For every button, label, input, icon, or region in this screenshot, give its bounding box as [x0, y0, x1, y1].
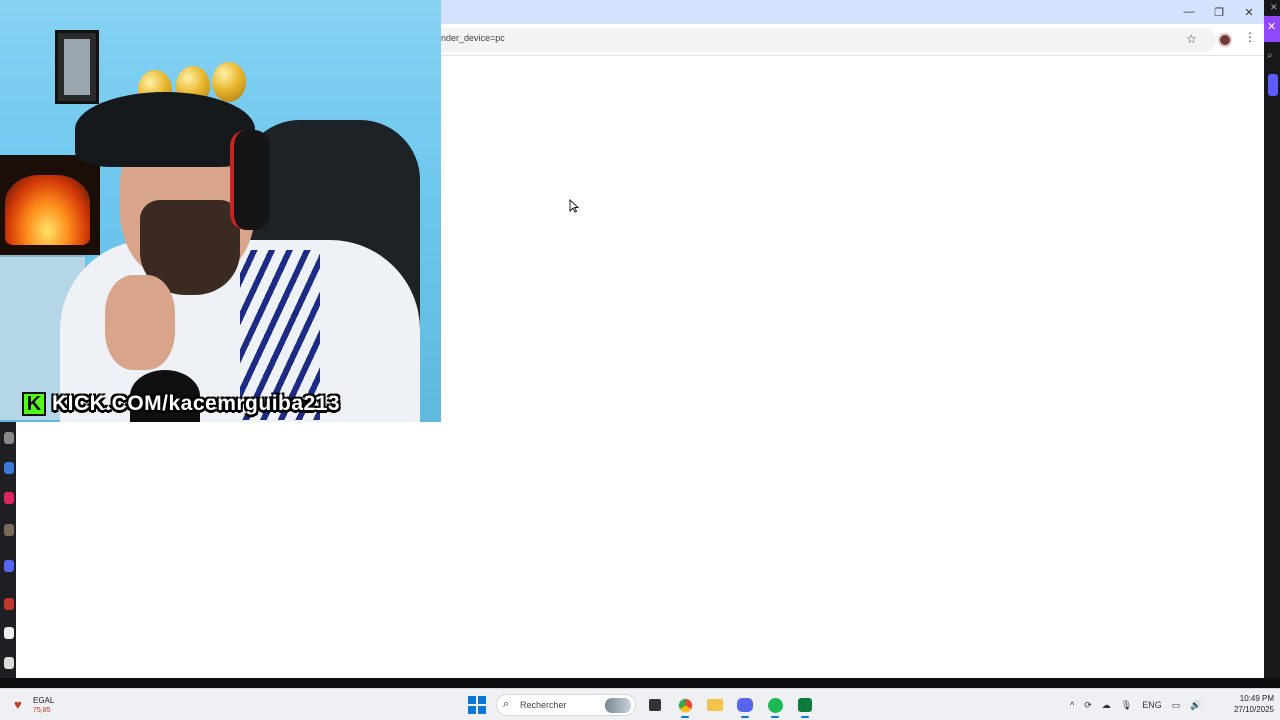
background-window-left	[0, 422, 16, 680]
app-icon[interactable]	[4, 627, 14, 639]
kick-logo-icon: K	[22, 392, 46, 416]
desktop: ✕ ✕ ⌕ — ❐ ✕ nder_device=pc ☆ ⋮ K KICK.CO…	[0, 0, 1280, 720]
stock-alert-icon: ♥	[14, 697, 22, 712]
widget-title: EGAL	[33, 696, 55, 705]
gold-balloon	[212, 62, 246, 102]
file-manager-icon[interactable]	[644, 694, 666, 716]
windows-start-icon[interactable]	[466, 694, 488, 716]
window-controls: — ❐ ✕	[1174, 0, 1264, 24]
streamer-cap	[75, 92, 255, 167]
sync-icon[interactable]: ⟳	[1084, 700, 1092, 711]
address-bar-url: nder_device=pc	[441, 33, 505, 43]
microphone-icon[interactable]: 🎙	[1121, 700, 1132, 711]
widget-value: 75,85	[33, 707, 51, 714]
streamer-hand	[105, 275, 175, 370]
restore-button[interactable]: ❐	[1204, 0, 1234, 24]
android-app-icon[interactable]	[794, 694, 816, 718]
background-window-right: ✕ ✕ ⌕	[1264, 0, 1280, 688]
restore-icon: ❐	[1214, 6, 1224, 19]
language-indicator[interactable]: ENG	[1142, 700, 1162, 710]
action-button[interactable]	[1268, 74, 1278, 96]
folder-icon[interactable]	[704, 694, 726, 716]
fireplace-video	[5, 175, 90, 245]
spotify-icon[interactable]	[764, 694, 786, 718]
app-icon[interactable]	[4, 462, 14, 474]
profile-avatar[interactable]	[1218, 33, 1232, 47]
wall-poster	[55, 30, 99, 104]
headset	[230, 130, 270, 230]
stock-widget[interactable]: ♥ EGAL 75,85	[12, 694, 72, 718]
app-icon[interactable]	[4, 657, 14, 669]
cloud-icon[interactable]: ☁	[1102, 700, 1111, 711]
minimize-icon: —	[1183, 6, 1195, 18]
app-icon[interactable]	[4, 432, 14, 444]
app-icon[interactable]	[4, 560, 14, 572]
app-icon[interactable]	[4, 492, 14, 504]
taskbar-search[interactable]: ⌕ Rechercher	[496, 694, 636, 716]
discord-icon[interactable]	[734, 694, 756, 718]
kick-channel-url: KICK.COM/kacemrguiba213	[52, 392, 341, 415]
taskbar-search-placeholder: Rechercher	[520, 700, 567, 710]
app-icon[interactable]	[4, 598, 14, 610]
search-icon: ⌕	[503, 698, 510, 710]
system-tray: ^ ⟳ ☁ 🎙 ENG ▭ 🔊	[1070, 693, 1201, 717]
clock-time: 10:49 PM	[1239, 694, 1274, 703]
minimize-button[interactable]: —	[1174, 0, 1204, 24]
chevron-up-icon[interactable]: ^	[1070, 700, 1074, 710]
chrome-icon[interactable]	[674, 694, 696, 718]
search-highlight-image	[605, 698, 631, 713]
taskbar-clock[interactable]: 10:49 PM 27/10/2025	[1218, 693, 1274, 715]
more-menu-icon[interactable]: ⋮	[1244, 30, 1256, 44]
taskbar-separator	[0, 678, 1280, 688]
search-icon[interactable]: ⌕	[1267, 50, 1273, 61]
app-icon[interactable]	[4, 524, 14, 536]
taskbar-apps: ⌕ Rechercher	[466, 693, 816, 718]
taskbar: ♥ EGAL 75,85 ⌕ Rechercher ^ ⟳ ☁ 🎙 ENG ▭ …	[0, 688, 1280, 720]
clock-date: 27/10/2025	[1233, 705, 1274, 714]
close-icon: ✕	[1244, 6, 1254, 19]
mouse-cursor-icon	[569, 199, 579, 213]
network-icon[interactable]: ▭	[1172, 700, 1181, 711]
close-button[interactable]: ✕	[1234, 0, 1264, 24]
close-icon[interactable]: ✕	[1270, 2, 1278, 13]
close-icon[interactable]: ✕	[1267, 20, 1276, 33]
volume-icon[interactable]: 🔊	[1190, 700, 1201, 711]
bookmark-star-icon[interactable]: ☆	[1186, 32, 1197, 46]
kick-channel-banner: K KICK.COM/kacemrguiba213	[22, 389, 340, 419]
webcam-overlay: K KICK.COM/kacemrguiba213	[0, 0, 441, 422]
